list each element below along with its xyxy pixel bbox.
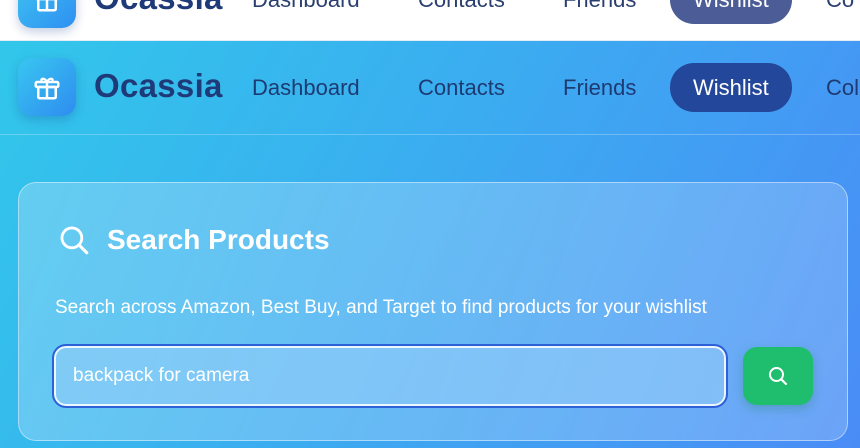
ghost-nav-contacts[interactable]: Contacts: [418, 0, 505, 24]
ghost-logo[interactable]: [18, 0, 76, 28]
sticky-header-ghost: Ocassia Dashboard Contacts Friends Wishl…: [0, 0, 860, 41]
ghost-nav-friends[interactable]: Friends: [563, 0, 636, 24]
main-header: Ocassia Dashboard Contacts Friends Wishl…: [0, 41, 860, 135]
search-icon: [60, 226, 89, 255]
search-button[interactable]: [743, 347, 813, 405]
nav-more[interactable]: Col: [826, 63, 859, 112]
ghost-brand[interactable]: Ocassia: [94, 0, 223, 17]
search-products-card: Search Products Search across Amazon, Be…: [18, 182, 848, 441]
nav-wishlist[interactable]: Wishlist: [670, 63, 792, 112]
search-icon: [769, 367, 788, 386]
nav-contacts[interactable]: Contacts: [418, 63, 505, 112]
ghost-nav-more[interactable]: Co: [826, 0, 854, 24]
card-title: Search Products: [107, 224, 330, 255]
search-input[interactable]: [52, 344, 728, 408]
logo[interactable]: [18, 58, 76, 116]
nav-dashboard[interactable]: Dashboard: [252, 63, 360, 112]
ghost-nav-dashboard[interactable]: Dashboard: [252, 0, 360, 24]
brand-name[interactable]: Ocassia: [94, 67, 223, 105]
nav-friends[interactable]: Friends: [563, 63, 636, 112]
gift-icon: [35, 0, 59, 12]
card-header: Search Products: [57, 223, 330, 257]
ghost-nav-wishlist[interactable]: Wishlist: [670, 0, 792, 24]
gift-icon: [34, 77, 60, 100]
card-description: Search across Amazon, Best Buy, and Targ…: [55, 297, 707, 318]
